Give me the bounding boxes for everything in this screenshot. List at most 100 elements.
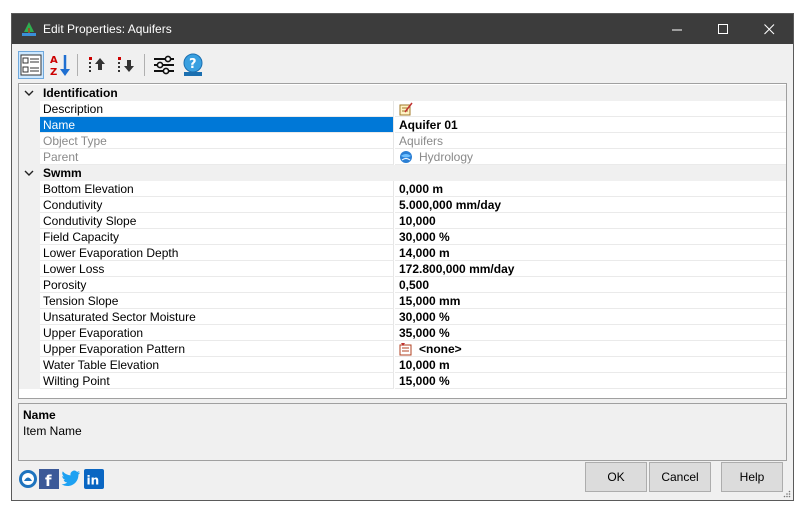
category-swmm[interactable]: Swmm (19, 165, 786, 181)
description-text: Item Name (23, 424, 82, 438)
property-name[interactable]: Name (40, 117, 394, 133)
pattern-icon (399, 343, 412, 356)
edit-properties-dialog: Edit Properties: Aquifers A Z ? Identifi… (11, 13, 794, 501)
property-value[interactable]: Aquifers (395, 133, 786, 149)
facebook-icon: f (39, 469, 59, 489)
property-name[interactable]: Field Capacity (40, 229, 394, 245)
property-value[interactable]: Hydrology (395, 149, 786, 165)
property-row[interactable]: Upper Evaporation Pattern <none> (19, 341, 786, 357)
resize-grip-icon[interactable] (783, 490, 791, 498)
property-name[interactable]: Unsaturated Sector Moisture (40, 309, 394, 325)
property-name[interactable]: Object Type (40, 133, 394, 149)
property-name[interactable]: Upper Evaporation (40, 325, 394, 341)
app-icon (22, 22, 36, 36)
cancel-button[interactable]: Cancel (649, 462, 711, 492)
property-row[interactable]: Water Table Elevation 10,000 m (19, 357, 786, 373)
property-row[interactable]: Upper Evaporation 35,000 % (19, 325, 786, 341)
property-row[interactable]: Field Capacity 30,000 % (19, 229, 786, 245)
window-title: Edit Properties: Aquifers (43, 22, 172, 36)
property-row[interactable]: Description (19, 101, 786, 117)
property-row-selected[interactable]: Name Aquifer 01 (19, 117, 786, 133)
property-value[interactable]: 15,000 mm (395, 293, 786, 309)
property-value[interactable]: 0,000 m (395, 181, 786, 197)
minimize-icon (671, 29, 682, 30)
twitter-link[interactable] (61, 469, 81, 489)
close-button[interactable] (746, 14, 792, 44)
property-value[interactable]: 30,000 % (395, 309, 786, 325)
move-up-button[interactable] (84, 51, 110, 79)
property-row[interactable]: Condutivity 5.000,000 mm/day (19, 197, 786, 213)
close-icon (763, 23, 774, 34)
property-name[interactable]: Parent (40, 149, 394, 165)
property-row[interactable]: Porosity 0,500 (19, 277, 786, 293)
app-logo-icon (19, 470, 37, 488)
property-name[interactable]: Water Table Elevation (40, 357, 394, 373)
property-row[interactable]: Bottom Elevation 0,000 m (19, 181, 786, 197)
property-name[interactable]: Description (40, 101, 394, 117)
property-value[interactable]: 10,000 m (395, 357, 786, 373)
property-value[interactable]: 5.000,000 mm/day (395, 197, 786, 213)
toolbar: A Z ? (18, 51, 233, 81)
property-value[interactable]: 10,000 (395, 213, 786, 229)
linkedin-link[interactable]: in (84, 469, 104, 489)
category-identification[interactable]: Identification (19, 85, 786, 101)
help-tool-button[interactable]: ? (180, 51, 206, 79)
toolbar-separator (144, 54, 145, 76)
title-bar[interactable]: Edit Properties: Aquifers (12, 14, 793, 44)
property-name[interactable]: Lower Evaporation Depth (40, 245, 394, 261)
move-up-icon (89, 57, 105, 72)
property-value[interactable]: 14,000 m (395, 245, 786, 261)
description-title: Name (23, 408, 56, 422)
property-value[interactable]: 30,000 % (395, 229, 786, 245)
facebook-link[interactable]: f (39, 469, 59, 489)
svg-text:f: f (45, 472, 52, 489)
property-value[interactable]: Aquifer 01 (395, 117, 786, 133)
category-label: Swmm (43, 166, 82, 180)
property-name[interactable]: Tension Slope (40, 293, 394, 309)
property-value[interactable]: 172.800,000 mm/day (395, 261, 786, 277)
twitter-icon (61, 470, 80, 486)
chevron-down-icon[interactable] (22, 165, 36, 181)
svg-text:A: A (50, 55, 58, 66)
property-value[interactable] (395, 101, 786, 117)
hydrology-globe-icon (400, 151, 412, 163)
categorized-view-button[interactable] (18, 51, 44, 79)
app-logo-link[interactable] (18, 469, 38, 489)
minimize-button[interactable] (654, 14, 700, 44)
help-button[interactable]: Help (721, 462, 783, 492)
chevron-down-icon[interactable] (22, 85, 36, 101)
property-name[interactable]: Lower Loss (40, 261, 394, 277)
move-down-button[interactable] (113, 51, 139, 79)
property-name[interactable]: Condutivity (40, 197, 394, 213)
property-name[interactable]: Wilting Point (40, 373, 394, 389)
svg-text:?: ? (189, 57, 197, 72)
property-row[interactable]: Object Type Aquifers (19, 133, 786, 149)
property-row[interactable]: Lower Loss 172.800,000 mm/day (19, 261, 786, 277)
svg-text:in: in (87, 474, 100, 488)
property-value-text: Hydrology (419, 150, 474, 164)
property-row[interactable]: Condutivity Slope 10,000 (19, 213, 786, 229)
description-panel: Name Item Name (18, 403, 787, 461)
property-value[interactable]: 0,500 (395, 277, 786, 293)
linkedin-icon: in (84, 469, 104, 489)
property-row[interactable]: Unsaturated Sector Moisture 30,000 % (19, 309, 786, 325)
property-value[interactable]: <none> (395, 341, 786, 357)
property-grid: Identification Description Name Aquifer … (18, 83, 787, 399)
property-row[interactable]: Wilting Point 15,000 % (19, 373, 786, 389)
ok-button[interactable]: OK (585, 462, 647, 492)
maximize-button[interactable] (700, 14, 746, 44)
settings-button[interactable] (151, 51, 177, 79)
property-value[interactable]: 35,000 % (395, 325, 786, 341)
property-name[interactable]: Condutivity Slope (40, 213, 394, 229)
help-icon: ? (183, 53, 203, 76)
property-row[interactable]: Tension Slope 15,000 mm (19, 293, 786, 309)
property-name[interactable]: Upper Evaporation Pattern (40, 341, 394, 357)
alphabetical-sort-button[interactable]: A Z (47, 51, 73, 79)
edit-note-icon (399, 102, 413, 116)
property-value-text: <none> (419, 342, 462, 356)
property-name[interactable]: Bottom Elevation (40, 181, 394, 197)
property-row[interactable]: Parent Hydrology (19, 149, 786, 165)
property-value[interactable]: 15,000 % (395, 373, 786, 389)
property-row[interactable]: Lower Evaporation Depth 14,000 m (19, 245, 786, 261)
property-name[interactable]: Porosity (40, 277, 394, 293)
